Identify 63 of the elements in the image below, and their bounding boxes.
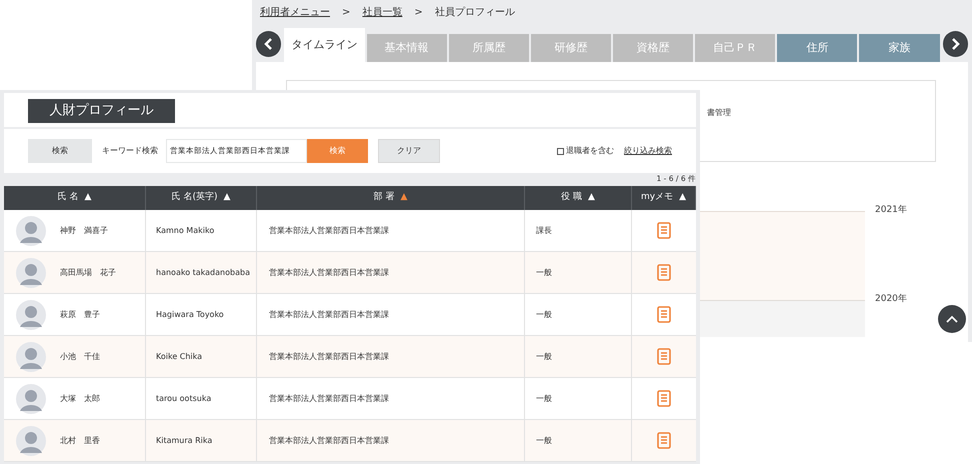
memo-icon[interactable] <box>657 306 671 323</box>
table-row[interactable]: 小池 千佳 Koike Chika 営業本部法人営業部西日本営業課 一般 <box>4 336 696 378</box>
table-cell: 北村 里香 <box>60 434 100 446</box>
avatar-icon <box>16 342 46 372</box>
breadcrumb-link[interactable]: 社員一覧 <box>362 4 402 20</box>
table-cell: 一般 <box>536 308 552 320</box>
table-cell: tarou ootsuka <box>156 392 212 404</box>
scroll-top-button[interactable] <box>938 305 966 333</box>
table-cell: Koike Chika <box>156 350 202 362</box>
table-cell: Kamno Makiko <box>156 224 214 236</box>
chevron-up-icon <box>946 315 958 323</box>
year-label: 2020年 <box>875 293 907 306</box>
table-cell: Hagiwara Toyoko <box>156 308 224 320</box>
chevron-left-icon <box>264 38 274 50</box>
next-button[interactable] <box>942 31 968 57</box>
keyword-label: キーワード検索 <box>102 145 158 157</box>
table-cell: 課長 <box>536 224 552 236</box>
search-tab[interactable]: 検索 <box>28 139 92 163</box>
table-cell: 営業本部法人営業部西日本営業課 <box>269 434 389 446</box>
avatar-icon <box>16 216 46 246</box>
table-cell: 一般 <box>536 266 552 278</box>
table-row[interactable]: 萩原 豊子 Hagiwara Toyoko 営業本部法人営業部西日本営業課 一般 <box>4 294 696 336</box>
previous-button[interactable] <box>256 31 282 57</box>
tab[interactable]: タイムライン <box>284 28 365 62</box>
memo-icon[interactable] <box>657 264 671 281</box>
chevron-right-icon <box>950 38 960 50</box>
clear-button[interactable]: クリア <box>378 139 440 163</box>
table-cell: 一般 <box>536 350 552 362</box>
avatar-icon <box>16 426 46 456</box>
table-cell: Kitamura Rika <box>156 434 212 446</box>
table-cell: 高田馬場 花子 <box>60 266 116 278</box>
table-cell: 一般 <box>536 392 552 404</box>
breadcrumb-text: 社員プロフィール <box>434 6 515 20</box>
memo-icon[interactable] <box>657 222 671 239</box>
table-cell: 営業本部法人営業部西日本営業課 <box>269 308 389 320</box>
table-cell: 神野 満喜子 <box>60 224 108 236</box>
breadcrumb-link[interactable]: 利用者メニュー <box>260 4 330 20</box>
table-row[interactable]: 北村 里香 Kitamura Rika 営業本部法人営業部西日本営業課 一般 <box>4 420 696 462</box>
filter-label: 書管理 <box>707 107 731 119</box>
table-cell: 一般 <box>536 434 552 446</box>
table-cell: 営業本部法人営業部西日本営業課 <box>269 224 389 236</box>
table-row[interactable]: 神野 満喜子 Kamno Makiko 営業本部法人営業部西日本営業課 課長 <box>4 210 696 252</box>
table-cell: 大塚 太郎 <box>60 392 100 404</box>
breadcrumb-text: > <box>414 6 423 20</box>
avatar-icon <box>16 258 46 288</box>
filter-search-link[interactable]: 絞り込み検索 <box>624 145 672 157</box>
table-row[interactable]: 高田馬場 花子 hanoako takadanobaba 営業本部法人営業部西日本営業課 一般 <box>4 252 696 294</box>
memo-icon[interactable] <box>657 390 671 407</box>
page-title: 人財プロフィール <box>28 99 175 123</box>
table-row[interactable]: 大塚 太郎 tarou ootsuka 営業本部法人営業部西日本営業課 一般 <box>4 378 696 420</box>
table-cell: 萩原 豊子 <box>60 308 100 320</box>
table-cell: 営業本部法人営業部西日本営業課 <box>269 350 389 362</box>
table-cell: 営業本部法人営業部西日本営業課 <box>269 266 389 278</box>
memo-icon[interactable] <box>657 432 671 449</box>
table-cell: hanoako takadanobaba <box>156 266 250 278</box>
avatar-icon <box>16 300 46 330</box>
include-retired-checkbox[interactable]: 退職者を含む <box>557 145 614 157</box>
avatar-icon <box>16 384 46 414</box>
breadcrumb-text: > <box>342 6 350 20</box>
year-label: 2021年 <box>875 204 907 217</box>
table-cell: 営業本部法人営業部西日本営業課 <box>269 392 389 404</box>
table-cell: 小池 千佳 <box>60 350 100 362</box>
memo-icon[interactable] <box>657 348 671 365</box>
